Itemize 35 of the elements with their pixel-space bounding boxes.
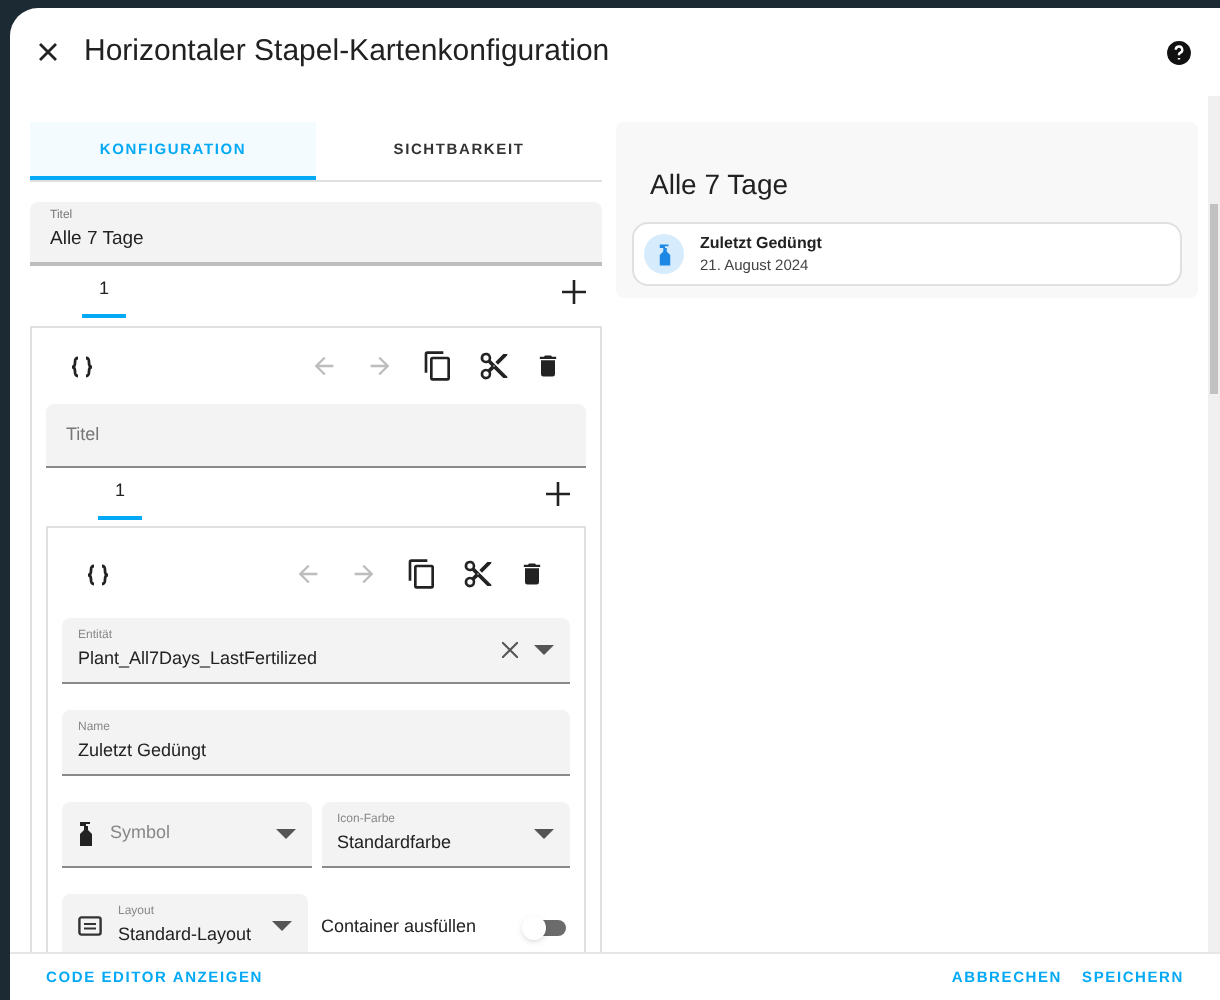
- dropdown-caret-icon: [275, 828, 295, 840]
- field-placeholder: Symbol: [110, 820, 173, 847]
- spray-bottle-icon: [644, 234, 684, 274]
- dropdown-caret-icon: [271, 920, 291, 932]
- close-icon[interactable]: [38, 42, 58, 62]
- scissors-icon[interactable]: [462, 558, 494, 590]
- copy-icon[interactable]: [406, 558, 438, 590]
- dropdown-caret-icon: [534, 644, 554, 656]
- scissors-icon[interactable]: [478, 350, 510, 382]
- field-placeholder: Titel: [66, 421, 100, 448]
- layout-icon: [78, 916, 102, 936]
- help-icon[interactable]: [1166, 39, 1192, 65]
- dialog-title: Horizontaler Stapel-Kartenkonfiguration: [84, 31, 610, 72]
- toggle-switch[interactable]: [526, 919, 566, 935]
- toggle-label: Container ausfüllen: [321, 913, 479, 940]
- card-tab[interactable]: 1: [82, 266, 126, 318]
- plus-icon[interactable]: [562, 280, 586, 304]
- card-tab[interactable]: 1: [98, 468, 142, 520]
- spray-bottle-icon: [78, 822, 94, 846]
- dropdown-caret-icon: [534, 828, 554, 840]
- code-braces-icon[interactable]: [86, 563, 110, 585]
- plus-icon[interactable]: [546, 482, 570, 506]
- entity-name: Zuletzt Gedüngt: [700, 232, 822, 254]
- preview-title: Alle 7 Tage: [648, 166, 791, 204]
- field-value: Alle 7 Tage: [50, 226, 146, 255]
- title-field[interactable]: Titel: [46, 404, 586, 468]
- field-value: Zuletzt Gedüngt: [78, 737, 209, 764]
- trash-icon[interactable]: [518, 560, 546, 588]
- trash-icon[interactable]: [534, 352, 562, 380]
- copy-icon[interactable]: [422, 350, 454, 382]
- clear-icon[interactable]: [502, 642, 518, 658]
- field-value: Plant_All7Days_LastFertilized: [78, 645, 320, 672]
- field-value: Standard-Layout: [118, 921, 254, 948]
- field-value: Standardfarbe: [337, 829, 454, 856]
- code-braces-icon[interactable]: [70, 355, 94, 377]
